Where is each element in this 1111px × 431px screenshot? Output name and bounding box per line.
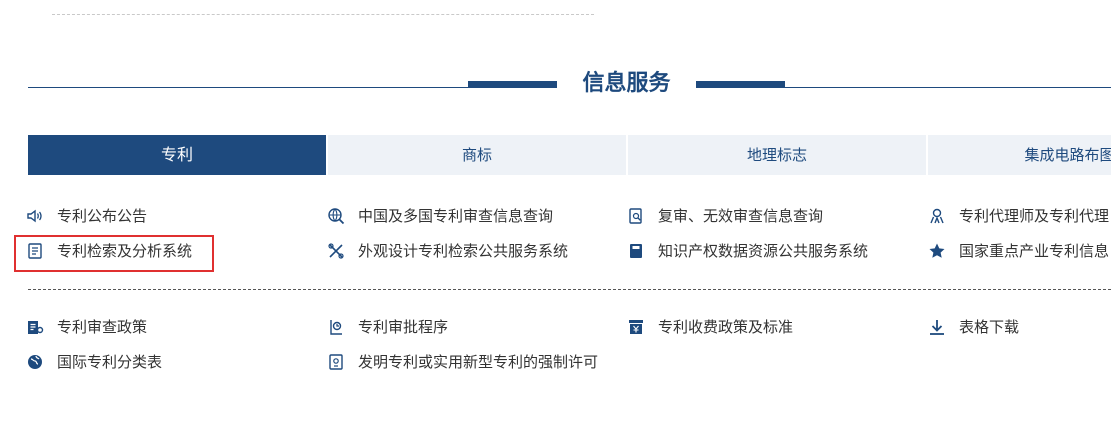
link-patent-agent[interactable]: 专利代理师及专利代理 [928,205,1109,227]
tab-patent[interactable]: 专利 [28,135,326,175]
link-form-download[interactable]: 表格下载 [928,316,1019,338]
process-icon [327,318,345,336]
top-dashed-divider [52,14,594,15]
link-ip-data-resources[interactable]: 知识产权数据资源公共服务系统 [627,240,868,262]
tab-trademark[interactable]: 商标 [328,135,626,175]
earth-icon [26,353,44,371]
link-compulsory-license[interactable]: 发明专利或实用新型专利的强制许可 [327,351,598,373]
link-international-patent-classification[interactable]: 国际专利分类表 [26,351,162,373]
link-label: 专利审批程序 [358,318,449,336]
section-title: 信息服务 [557,68,696,100]
link-label: 外观设计专利检索公共服务系统 [358,242,569,260]
speaker-icon [26,207,44,225]
tab-geographical-indication[interactable]: 地理标志 [628,135,926,175]
category-tabs: 专利 商标 地理标志 集成电路布图设 [28,135,1111,175]
link-patent-announcement[interactable]: 专利公布公告 [26,205,147,227]
link-patent-fee-policy[interactable]: 专利收费政策及标准 [627,316,793,338]
link-patent-examination-policy[interactable]: 专利审查政策 [26,316,147,338]
link-label: 表格下载 [959,318,1020,336]
middle-dashed-divider [28,289,1111,290]
license-icon [327,353,345,371]
link-label: 专利代理师及专利代理 [959,207,1110,225]
link-multi-country-patent-query[interactable]: 中国及多国专利审查信息查询 [327,205,553,227]
link-label: 中国及多国专利审查信息查询 [358,207,554,225]
link-label: 知识产权数据资源公共服务系统 [658,242,869,260]
link-label: 专利收费政策及标准 [658,318,794,336]
document-search-icon [627,207,645,225]
link-design-patent-search[interactable]: 外观设计专利检索公共服务系统 [327,240,568,262]
link-label: 复审、无效审查信息查询 [658,207,824,225]
link-label: 专利公布公告 [57,207,148,225]
tab-integrated-circuit-layout[interactable]: 集成电路布图设 [928,135,1111,175]
link-patent-approval-procedure[interactable]: 专利审批程序 [327,316,448,338]
policy-icon [26,318,44,336]
link-label: 国际专利分类表 [57,353,163,371]
fee-icon [627,318,645,336]
link-label: 发明专利或实用新型专利的强制许可 [358,353,599,371]
highlight-box [14,235,214,272]
link-label: 专利审查政策 [57,318,148,336]
link-reexamination-query[interactable]: 复审、无效审查信息查询 [627,205,823,227]
globe-search-icon [327,207,345,225]
star-icon [928,242,946,260]
link-label: 国家重点产业专利信息 [959,242,1110,260]
person-icon [928,207,946,225]
download-icon [928,318,946,336]
title-bar-right [696,81,785,87]
tools-icon [327,242,345,260]
link-key-industry-patent-info[interactable]: 国家重点产业专利信息 [928,240,1109,262]
title-bar-left [468,81,557,87]
database-icon [627,242,645,260]
